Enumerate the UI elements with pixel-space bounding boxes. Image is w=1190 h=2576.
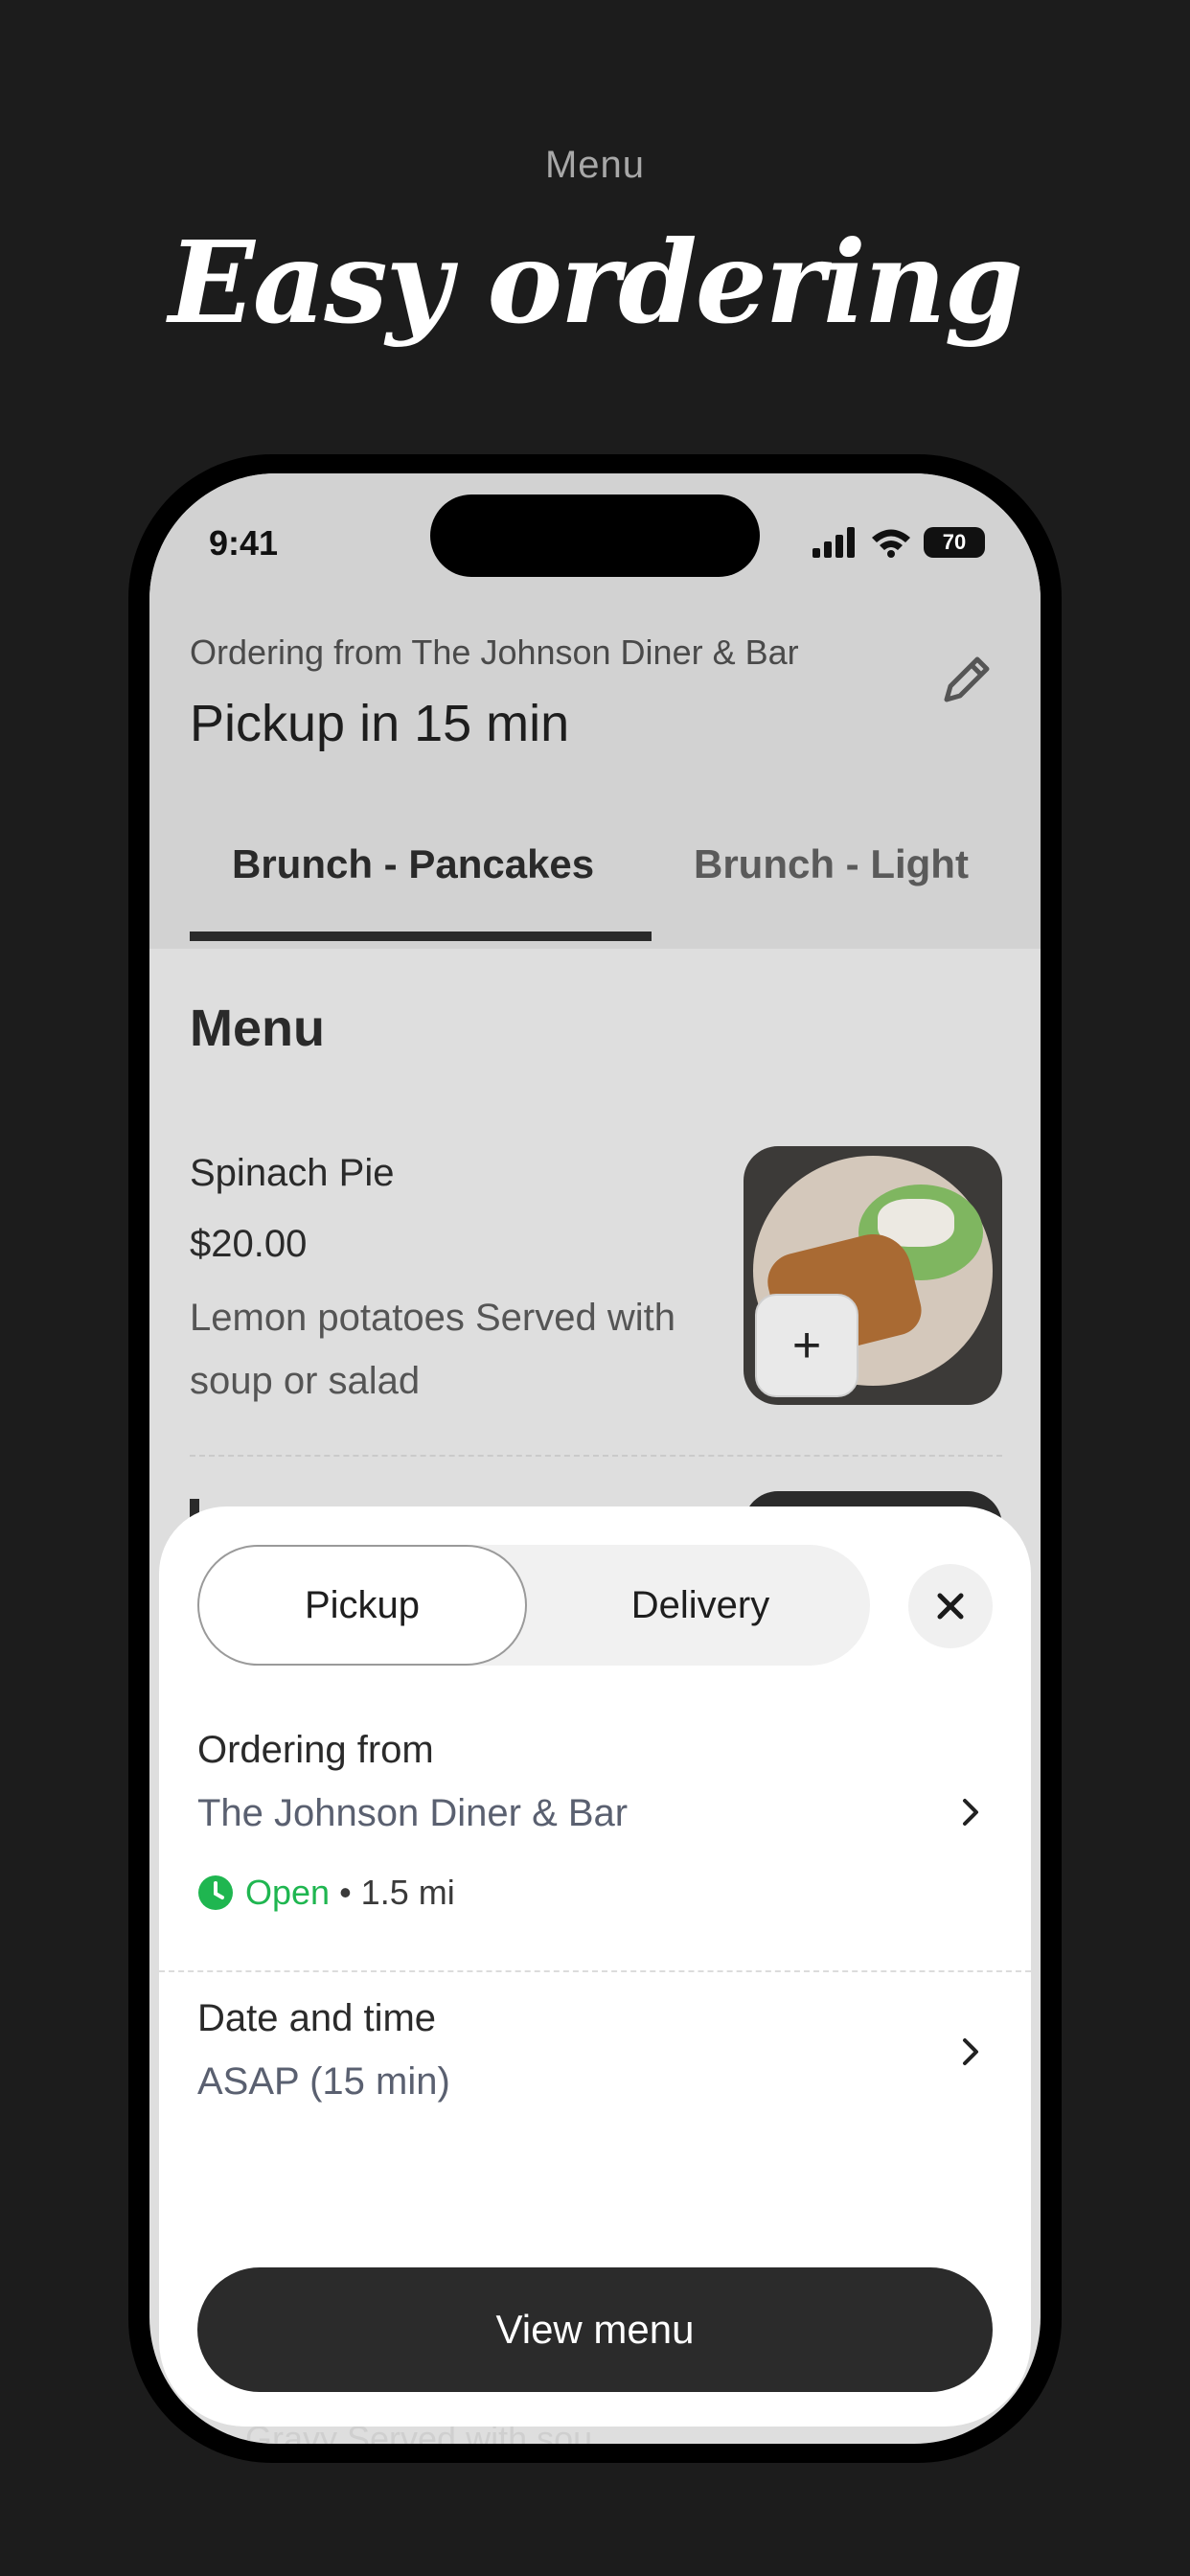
mode-toggle: Pickup Delivery xyxy=(197,1545,870,1666)
menu-item-price: $20.00 xyxy=(190,1223,308,1265)
status-time: 9:41 xyxy=(209,523,279,563)
dynamic-island xyxy=(430,494,760,577)
clock-icon xyxy=(198,1875,233,1910)
ordering-from-label[interactable]: Ordering from xyxy=(197,1729,434,1772)
ordering-from-text: Ordering from The Johnson Diner & Bar xyxy=(190,632,799,672)
menu-item-name[interactable]: Spinach Pie xyxy=(190,1152,394,1195)
wifi-icon xyxy=(872,529,910,558)
open-status: Open xyxy=(245,1873,331,1912)
edit-icon[interactable] xyxy=(939,652,995,707)
pickup-option[interactable]: Pickup xyxy=(197,1545,527,1666)
sheet-divider xyxy=(159,1970,1031,1972)
battery-icon: 70 xyxy=(924,527,985,558)
menu-item-description: Lemon potatoes Served with soup or salad xyxy=(190,1297,675,1402)
date-time-label[interactable]: Date and time xyxy=(197,1997,436,2040)
chevron-right-icon[interactable] xyxy=(960,2036,981,2068)
promo-title: Easy ordering xyxy=(168,216,1023,349)
close-button[interactable] xyxy=(908,1564,993,1648)
promo-subtitle: Menu xyxy=(544,144,646,186)
signal-icon xyxy=(812,527,855,558)
close-icon xyxy=(937,1593,964,1620)
section-title: Menu xyxy=(190,1000,325,1057)
tab-active-indicator xyxy=(190,932,652,941)
item-divider xyxy=(190,1455,1002,1457)
delivery-option[interactable]: Delivery xyxy=(533,1545,868,1666)
status-icons: 70 xyxy=(812,527,985,558)
date-time-value[interactable]: ASAP (15 min) xyxy=(197,2060,450,2104)
view-menu-button[interactable]: View menu xyxy=(197,2267,993,2392)
tab-brunch-pancakes[interactable]: Brunch - Pancakes xyxy=(232,841,594,887)
distance: • 1.5 mi xyxy=(339,1873,455,1912)
order-options-sheet: Pickup Delivery Ordering from The Johnso… xyxy=(159,1506,1031,2426)
restaurant-name[interactable]: The Johnson Diner & Bar xyxy=(197,1792,628,1835)
plus-icon: + xyxy=(791,1318,822,1373)
tab-brunch-light[interactable]: Brunch - Light xyxy=(694,841,969,887)
pickup-time: Pickup in 15 min xyxy=(190,695,570,752)
chevron-right-icon[interactable] xyxy=(960,1796,981,1828)
add-item-button[interactable]: + xyxy=(755,1294,858,1397)
restaurant-status: Open • 1.5 mi xyxy=(197,1873,455,1913)
phone-screen: 9:41 70 Ordering from The Johnson Diner … xyxy=(149,473,1041,2444)
